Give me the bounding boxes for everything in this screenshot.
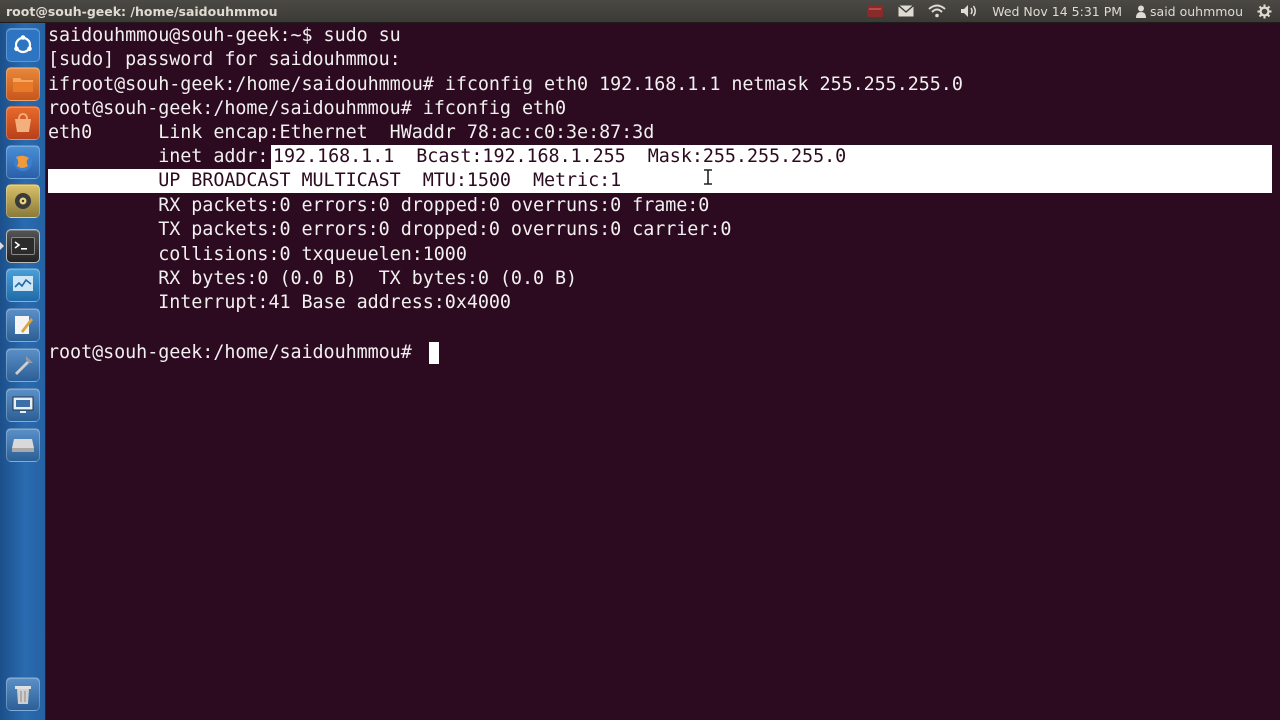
trash-icon[interactable] [6,677,40,711]
remote-desktop-icon[interactable] [6,388,40,422]
text-editor-icon[interactable] [6,308,40,342]
keyboard-layout-icon[interactable] [866,4,884,18]
datetime-label: Wed Nov 14 5:31 PM [992,3,1123,19]
mail-icon[interactable] [898,5,915,17]
files-icon[interactable] [6,67,40,101]
audio-player-icon[interactable] [6,184,40,218]
clock[interactable]: Wed Nov 14 5:31 PM [992,4,1122,19]
terminal-line: [sudo] password for saidouhmmou: [48,49,401,70]
drive-icon[interactable] [6,428,40,462]
launcher [0,23,46,720]
tools-icon[interactable] [6,348,40,382]
ubuntu-dash-icon[interactable] [6,28,40,62]
gear-icon[interactable] [1257,3,1272,19]
terminal-line: RX bytes:0 (0.0 B) TX bytes:0 (0.0 B) [48,268,578,289]
text-cursor [429,342,439,364]
terminal-window[interactable]: saidouhmmou@souh-geek:~$ sudo su [sudo] … [46,23,1280,720]
terminal-line: Interrupt:41 Base address:0x4000 [48,292,511,313]
terminal-line: ifroot@souh-geek:/home/saidouhmmou# ifco… [48,74,963,95]
terminal-line: inet addr: [48,146,269,167]
terminal-line: TX packets:0 errors:0 dropped:0 overruns… [48,219,732,240]
terminal-line: root@souh-geek:/home/saidouhmmou# ifconf… [48,98,567,119]
user-menu[interactable]: said ouhmmou [1136,4,1243,19]
terminal-line: eth0 Link encap:Ethernet HWaddr 78:ac:c0… [48,122,655,143]
window-title: root@souh-geek: /home/saidouhmmou [6,3,278,19]
terminal-line-selected: 192.168.1.1 Bcast:192.168.1.255 Mask:255… [273,146,847,167]
user-name: said ouhmmou [1150,3,1243,19]
browser-icon[interactable] [6,145,40,179]
terminal-line-selected: UP BROADCAST MULTICAST MTU:1500 Metric:1 [48,170,622,191]
indicator-area: Wed Nov 14 5:31 PM said ouhmmou [866,4,1280,19]
launcher-active-pip [0,242,4,250]
top-panel: root@souh-geek: /home/saidouhmmou Wed No… [0,0,1280,23]
system-monitor-icon[interactable] [6,268,40,302]
user-icon [1136,5,1147,18]
terminal-line: RX packets:0 errors:0 dropped:0 overruns… [48,195,710,216]
terminal-line: saidouhmmou@souh-geek:~$ sudo su [48,25,401,46]
terminal-prompt: root@souh-geek:/home/saidouhmmou# [48,342,423,363]
software-center-icon[interactable] [6,106,40,140]
terminal-icon[interactable] [6,229,40,263]
mouse-ibeam-cursor-icon [704,169,712,185]
wifi-icon[interactable] [928,4,946,18]
terminal-line: collisions:0 txqueuelen:1000 [48,244,467,265]
volume-icon[interactable] [960,4,978,18]
